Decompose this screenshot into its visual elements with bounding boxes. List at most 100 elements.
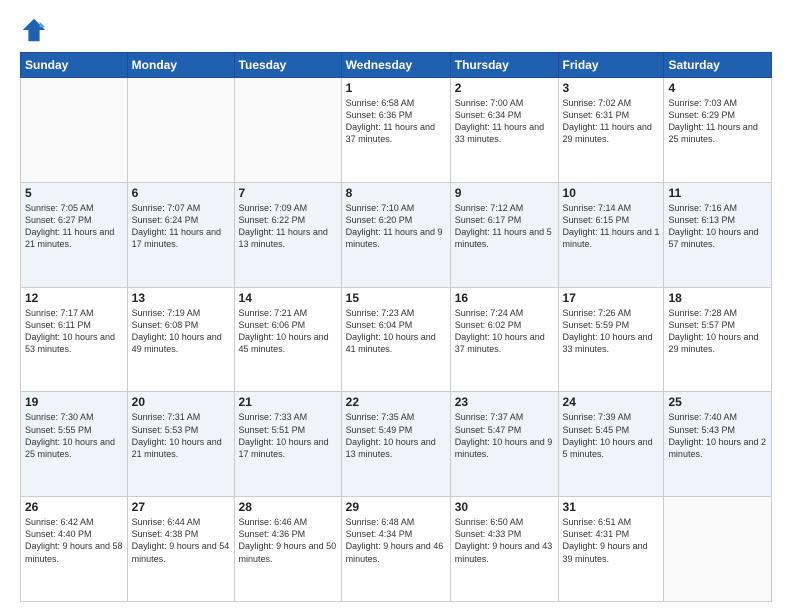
day-number: 19 xyxy=(25,395,123,409)
day-info: Sunrise: 7:28 AM Sunset: 5:57 PM Dayligh… xyxy=(668,307,767,356)
calendar-cell: 16 Sunrise: 7:24 AM Sunset: 6:02 PM Dayli… xyxy=(450,287,558,392)
week-row-3: 12 Sunrise: 7:17 AM Sunset: 6:11 PM Dayli… xyxy=(21,287,772,392)
calendar-cell: 3 Sunrise: 7:02 AM Sunset: 6:31 PM Daylig… xyxy=(558,78,664,183)
day-info: Sunrise: 7:21 AM Sunset: 6:06 PM Dayligh… xyxy=(239,307,337,356)
logo xyxy=(20,16,52,44)
day-info: Sunrise: 6:48 AM Sunset: 4:34 PM Dayligh… xyxy=(346,516,446,565)
logo-icon xyxy=(20,16,48,44)
day-info: Sunrise: 7:24 AM Sunset: 6:02 PM Dayligh… xyxy=(455,307,554,356)
day-number: 23 xyxy=(455,395,554,409)
day-number: 18 xyxy=(668,291,767,305)
calendar-cell: 13 Sunrise: 7:19 AM Sunset: 6:08 PM Dayli… xyxy=(127,287,234,392)
calendar-cell: 19 Sunrise: 7:30 AM Sunset: 5:55 PM Dayli… xyxy=(21,392,128,497)
day-number: 24 xyxy=(563,395,660,409)
day-number: 9 xyxy=(455,186,554,200)
day-number: 28 xyxy=(239,500,337,514)
day-info: Sunrise: 7:05 AM Sunset: 6:27 PM Dayligh… xyxy=(25,202,123,251)
calendar-cell: 11 Sunrise: 7:16 AM Sunset: 6:13 PM Dayli… xyxy=(664,182,772,287)
calendar-cell: 7 Sunrise: 7:09 AM Sunset: 6:22 PM Daylig… xyxy=(234,182,341,287)
weekday-header-tuesday: Tuesday xyxy=(234,53,341,78)
calendar-cell: 28 Sunrise: 6:46 AM Sunset: 4:36 PM Dayli… xyxy=(234,497,341,602)
day-info: Sunrise: 7:19 AM Sunset: 6:08 PM Dayligh… xyxy=(132,307,230,356)
day-number: 3 xyxy=(563,81,660,95)
day-info: Sunrise: 7:39 AM Sunset: 5:45 PM Dayligh… xyxy=(563,411,660,460)
calendar-cell: 6 Sunrise: 7:07 AM Sunset: 6:24 PM Daylig… xyxy=(127,182,234,287)
weekday-header-sunday: Sunday xyxy=(21,53,128,78)
day-number: 6 xyxy=(132,186,230,200)
day-info: Sunrise: 7:10 AM Sunset: 6:20 PM Dayligh… xyxy=(346,202,446,251)
calendar-cell: 22Sunrise: 7:35 AM Sunset: 5:49 PM Dayli… xyxy=(341,392,450,497)
calendar-cell: 10 Sunrise: 7:14 AM Sunset: 6:15 PM Dayli… xyxy=(558,182,664,287)
day-number: 4 xyxy=(668,81,767,95)
day-info: Sunrise: 6:42 AM Sunset: 4:40 PM Dayligh… xyxy=(25,516,123,565)
day-number: 22 xyxy=(346,395,446,409)
calendar-cell: 30Sunrise: 6:50 AM Sunset: 4:33 PM Dayli… xyxy=(450,497,558,602)
calendar-cell: 12 Sunrise: 7:17 AM Sunset: 6:11 PM Dayli… xyxy=(21,287,128,392)
day-number: 31 xyxy=(563,500,660,514)
day-info: Sunrise: 7:02 AM Sunset: 6:31 PM Dayligh… xyxy=(563,97,660,146)
day-number: 25 xyxy=(668,395,767,409)
week-row-5: 26 Sunrise: 6:42 AM Sunset: 4:40 PM Dayli… xyxy=(21,497,772,602)
day-number: 15 xyxy=(346,291,446,305)
calendar-cell: 20Sunrise: 7:31 AM Sunset: 5:53 PM Dayli… xyxy=(127,392,234,497)
day-info: Sunrise: 7:33 AM Sunset: 5:51 PM Dayligh… xyxy=(239,411,337,460)
day-number: 2 xyxy=(455,81,554,95)
day-info: Sunrise: 7:30 AM Sunset: 5:55 PM Dayligh… xyxy=(25,411,123,460)
day-info: Sunrise: 7:00 AM Sunset: 6:34 PM Dayligh… xyxy=(455,97,554,146)
weekday-header-thursday: Thursday xyxy=(450,53,558,78)
calendar-cell: 2 Sunrise: 7:00 AM Sunset: 6:34 PM Daylig… xyxy=(450,78,558,183)
day-info: Sunrise: 7:26 AM Sunset: 5:59 PM Dayligh… xyxy=(563,307,660,356)
day-number: 1 xyxy=(346,81,446,95)
calendar-cell: 14 Sunrise: 7:21 AM Sunset: 6:06 PM Dayli… xyxy=(234,287,341,392)
calendar-cell: 5Sunrise: 7:05 AM Sunset: 6:27 PM Daylig… xyxy=(21,182,128,287)
day-number: 11 xyxy=(668,186,767,200)
day-info: Sunrise: 7:40 AM Sunset: 5:43 PM Dayligh… xyxy=(668,411,767,460)
day-number: 17 xyxy=(563,291,660,305)
calendar-cell xyxy=(234,78,341,183)
calendar-cell: 4 Sunrise: 7:03 AM Sunset: 6:29 PM Daylig… xyxy=(664,78,772,183)
calendar-cell: 25 Sunrise: 7:40 AM Sunset: 5:43 PM Dayli… xyxy=(664,392,772,497)
day-number: 7 xyxy=(239,186,337,200)
calendar-cell: 24 Sunrise: 7:39 AM Sunset: 5:45 PM Dayli… xyxy=(558,392,664,497)
day-info: Sunrise: 6:44 AM Sunset: 4:38 PM Dayligh… xyxy=(132,516,230,565)
day-number: 12 xyxy=(25,291,123,305)
day-info: Sunrise: 7:07 AM Sunset: 6:24 PM Dayligh… xyxy=(132,202,230,251)
calendar-cell: 18 Sunrise: 7:28 AM Sunset: 5:57 PM Dayli… xyxy=(664,287,772,392)
day-info: Sunrise: 7:09 AM Sunset: 6:22 PM Dayligh… xyxy=(239,202,337,251)
calendar-cell xyxy=(664,497,772,602)
calendar-cell: 1 Sunrise: 6:58 AM Sunset: 6:36 PM Daylig… xyxy=(341,78,450,183)
day-number: 26 xyxy=(25,500,123,514)
day-info: Sunrise: 7:37 AM Sunset: 5:47 PM Dayligh… xyxy=(455,411,554,460)
day-info: Sunrise: 7:14 AM Sunset: 6:15 PM Dayligh… xyxy=(563,202,660,251)
day-number: 30 xyxy=(455,500,554,514)
day-number: 13 xyxy=(132,291,230,305)
day-number: 14 xyxy=(239,291,337,305)
week-row-1: 1 Sunrise: 6:58 AM Sunset: 6:36 PM Daylig… xyxy=(21,78,772,183)
calendar: SundayMondayTuesdayWednesdayThursdayFrid… xyxy=(20,52,772,602)
day-info: Sunrise: 7:16 AM Sunset: 6:13 PM Dayligh… xyxy=(668,202,767,251)
day-info: Sunrise: 7:17 AM Sunset: 6:11 PM Dayligh… xyxy=(25,307,123,356)
day-info: Sunrise: 6:46 AM Sunset: 4:36 PM Dayligh… xyxy=(239,516,337,565)
day-number: 29 xyxy=(346,500,446,514)
day-info: Sunrise: 7:23 AM Sunset: 6:04 PM Dayligh… xyxy=(346,307,446,356)
header xyxy=(20,16,772,44)
calendar-cell: 21 Sunrise: 7:33 AM Sunset: 5:51 PM Dayli… xyxy=(234,392,341,497)
calendar-cell: 23 Sunrise: 7:37 AM Sunset: 5:47 PM Dayli… xyxy=(450,392,558,497)
calendar-cell: 29 Sunrise: 6:48 AM Sunset: 4:34 PM Dayli… xyxy=(341,497,450,602)
day-number: 21 xyxy=(239,395,337,409)
weekday-header-row: SundayMondayTuesdayWednesdayThursdayFrid… xyxy=(21,53,772,78)
weekday-header-monday: Monday xyxy=(127,53,234,78)
calendar-cell: 8Sunrise: 7:10 AM Sunset: 6:20 PM Daylig… xyxy=(341,182,450,287)
calendar-cell xyxy=(21,78,128,183)
week-row-2: 5Sunrise: 7:05 AM Sunset: 6:27 PM Daylig… xyxy=(21,182,772,287)
day-number: 10 xyxy=(563,186,660,200)
day-info: Sunrise: 6:58 AM Sunset: 6:36 PM Dayligh… xyxy=(346,97,446,146)
calendar-cell xyxy=(127,78,234,183)
day-number: 16 xyxy=(455,291,554,305)
page: SundayMondayTuesdayWednesdayThursdayFrid… xyxy=(0,0,792,612)
weekday-header-friday: Friday xyxy=(558,53,664,78)
day-info: Sunrise: 7:03 AM Sunset: 6:29 PM Dayligh… xyxy=(668,97,767,146)
calendar-cell: 27Sunrise: 6:44 AM Sunset: 4:38 PM Dayli… xyxy=(127,497,234,602)
day-info: Sunrise: 7:12 AM Sunset: 6:17 PM Dayligh… xyxy=(455,202,554,251)
day-number: 20 xyxy=(132,395,230,409)
